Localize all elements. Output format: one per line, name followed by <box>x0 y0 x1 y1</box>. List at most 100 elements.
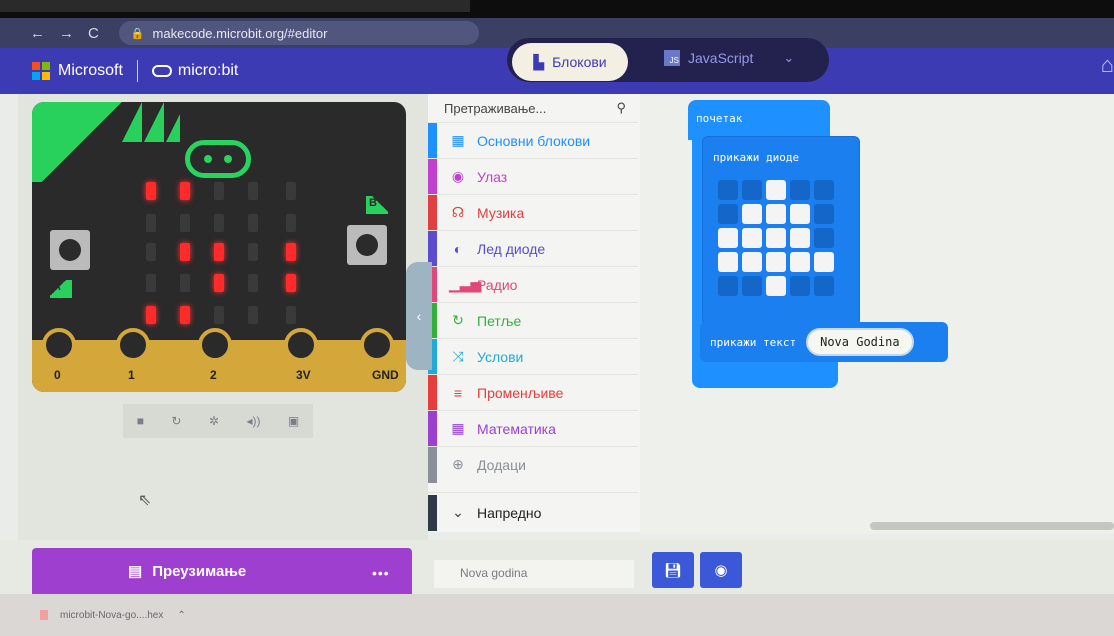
led-1-0 <box>146 214 156 232</box>
led-toggle-1-0[interactable] <box>718 204 738 224</box>
led-toggle-4-3[interactable] <box>790 276 810 296</box>
home-icon[interactable]: ⌂ <box>1101 52 1114 78</box>
led-toggle-2-3[interactable] <box>790 228 810 248</box>
toolbox-category-1[interactable]: ◉ Улаз <box>428 158 638 195</box>
toolbox-category-8[interactable]: ▦ Математика <box>428 410 638 447</box>
category-color-bar <box>428 158 437 195</box>
toolbox-category-2[interactable]: ☊ Музика <box>428 194 638 231</box>
toolbox-search[interactable]: Претраживање... ⚲ <box>440 94 630 122</box>
led-toggle-1-1[interactable] <box>742 204 762 224</box>
toolbox-category-4[interactable]: ▁▃▅ Радио <box>428 266 638 303</box>
category-label: Променљиве <box>477 384 564 401</box>
tab-javascript[interactable]: JS JavaScript ⌄ <box>664 50 794 66</box>
category-label: Напредно <box>477 504 542 521</box>
stop-icon[interactable]: ■ <box>137 414 144 428</box>
led-2-3 <box>248 243 258 261</box>
chevron-down-icon[interactable]: ⌄ <box>783 50 794 66</box>
led-toggle-2-0[interactable] <box>718 228 738 248</box>
category-color-bar <box>428 122 437 159</box>
back-icon[interactable]: ← <box>30 25 45 42</box>
pin-4[interactable] <box>360 328 394 362</box>
download-filename[interactable]: microbit-Nova-go....hex <box>60 610 163 621</box>
led-toggle-0-2[interactable] <box>766 180 786 200</box>
toolbox-category-0[interactable]: ▦ Основни блокови <box>428 122 638 159</box>
more-options-button[interactable]: ••• <box>372 565 390 581</box>
toolbox-category-6[interactable]: ⤨ Услови <box>428 338 638 375</box>
search-icon[interactable]: ⚲ <box>616 100 626 116</box>
button-b-label: B <box>366 196 388 214</box>
pin-1[interactable] <box>116 328 150 362</box>
loop-icon: ↻ <box>452 312 464 328</box>
led-toggle-1-4[interactable] <box>814 204 834 224</box>
fullscreen-icon[interactable]: ▣ <box>288 414 299 428</box>
toolbox-category-10[interactable]: ⌄ Напредно <box>428 492 638 532</box>
board-logo-touch[interactable] <box>185 140 251 178</box>
led-2-1 <box>180 243 190 261</box>
led-toggle-1-3[interactable] <box>790 204 810 224</box>
category-label: Основни блокови <box>477 132 591 149</box>
led-toggle-2-4[interactable] <box>814 228 834 248</box>
tab-blocks[interactable]: ▙ Блокови <box>512 43 628 81</box>
pin-3[interactable] <box>284 328 318 362</box>
button-a-label: A <box>50 280 72 298</box>
download-label: Преузимање <box>152 562 247 580</box>
led-toggle-2-2[interactable] <box>766 228 786 248</box>
led-toggle-4-0[interactable] <box>718 276 738 296</box>
pin-2[interactable] <box>198 328 232 362</box>
led-3-0 <box>146 274 156 292</box>
forward-icon[interactable]: → <box>59 25 74 42</box>
board-corner-decoration <box>32 102 132 182</box>
led-4-2 <box>214 306 224 324</box>
github-button[interactable]: ◉ <box>700 552 742 588</box>
led-3-3 <box>248 274 258 292</box>
led-toggle-4-1[interactable] <box>742 276 762 296</box>
led-toggle-3-0[interactable] <box>718 252 738 272</box>
toolbox-category-7[interactable]: ≡ Променљиве <box>428 374 638 411</box>
button-a[interactable] <box>50 230 90 270</box>
toolbox-category-3[interactable]: ◐ Лед диоде <box>428 230 638 267</box>
reload-icon[interactable]: C <box>88 25 99 42</box>
sound-icon[interactable]: ◂)) <box>246 414 260 428</box>
led-toggle-3-1[interactable] <box>742 252 762 272</box>
led-toggle-2-1[interactable] <box>742 228 762 248</box>
signal-icon: ▁▃▅ <box>449 276 482 292</box>
led-4-0 <box>146 306 156 324</box>
microsoft-brand: Microsoft <box>58 62 123 79</box>
led-toggle-3-3[interactable] <box>790 252 810 272</box>
board-teeth-decoration <box>122 102 180 142</box>
led-toggle-4-4[interactable] <box>814 276 834 296</box>
download-button[interactable]: ▤ Преузимање <box>32 548 412 594</box>
text-value-field[interactable]: Nova Godina <box>806 328 914 356</box>
debug-icon[interactable]: ✲ <box>209 414 219 428</box>
led-toggle-3-4[interactable] <box>814 252 834 272</box>
pin-0[interactable] <box>42 328 76 362</box>
led-toggle-0-4[interactable] <box>814 180 834 200</box>
tab-javascript-label: JavaScript <box>688 50 754 66</box>
collapse-simulator-button[interactable]: ‹ <box>406 262 432 370</box>
led-toggle-1-2[interactable] <box>766 204 786 224</box>
show-string-block[interactable]: прикажи текст Nova Godina <box>700 322 948 362</box>
show-string-label: прикажи текст <box>710 335 797 349</box>
toolbox-category-5[interactable]: ↻ Петље <box>428 302 638 339</box>
led-2-2 <box>214 243 224 261</box>
restart-icon[interactable]: ↻ <box>171 414 181 428</box>
on-start-block[interactable]: почетак <box>688 100 830 140</box>
url-field[interactable]: 🔒 makecode.microbit.org/#editor <box>118 21 479 45</box>
led-toggle-0-0[interactable] <box>718 180 738 200</box>
calculator-icon: ▦ <box>451 420 465 436</box>
grid-icon: ▦ <box>451 132 465 148</box>
save-button[interactable]: 💾︎ <box>652 552 694 588</box>
project-name-input[interactable]: Nova godina <box>434 560 634 588</box>
search-input[interactable]: Претраживање... <box>444 101 546 116</box>
led-toggle-0-1[interactable] <box>742 180 762 200</box>
chevron-up-icon[interactable]: ⌃ <box>177 610 185 621</box>
button-b[interactable] <box>347 225 387 265</box>
led-1-1 <box>180 214 190 232</box>
circle-icon: ◉ <box>451 168 465 184</box>
toolbox-category-9[interactable]: ⊕ Додаци <box>428 446 638 483</box>
led-toggle-3-2[interactable] <box>766 252 786 272</box>
led-2-4 <box>286 243 296 261</box>
workspace-scrollbar[interactable] <box>870 522 1114 530</box>
led-toggle-0-3[interactable] <box>790 180 810 200</box>
led-toggle-4-2[interactable] <box>766 276 786 296</box>
